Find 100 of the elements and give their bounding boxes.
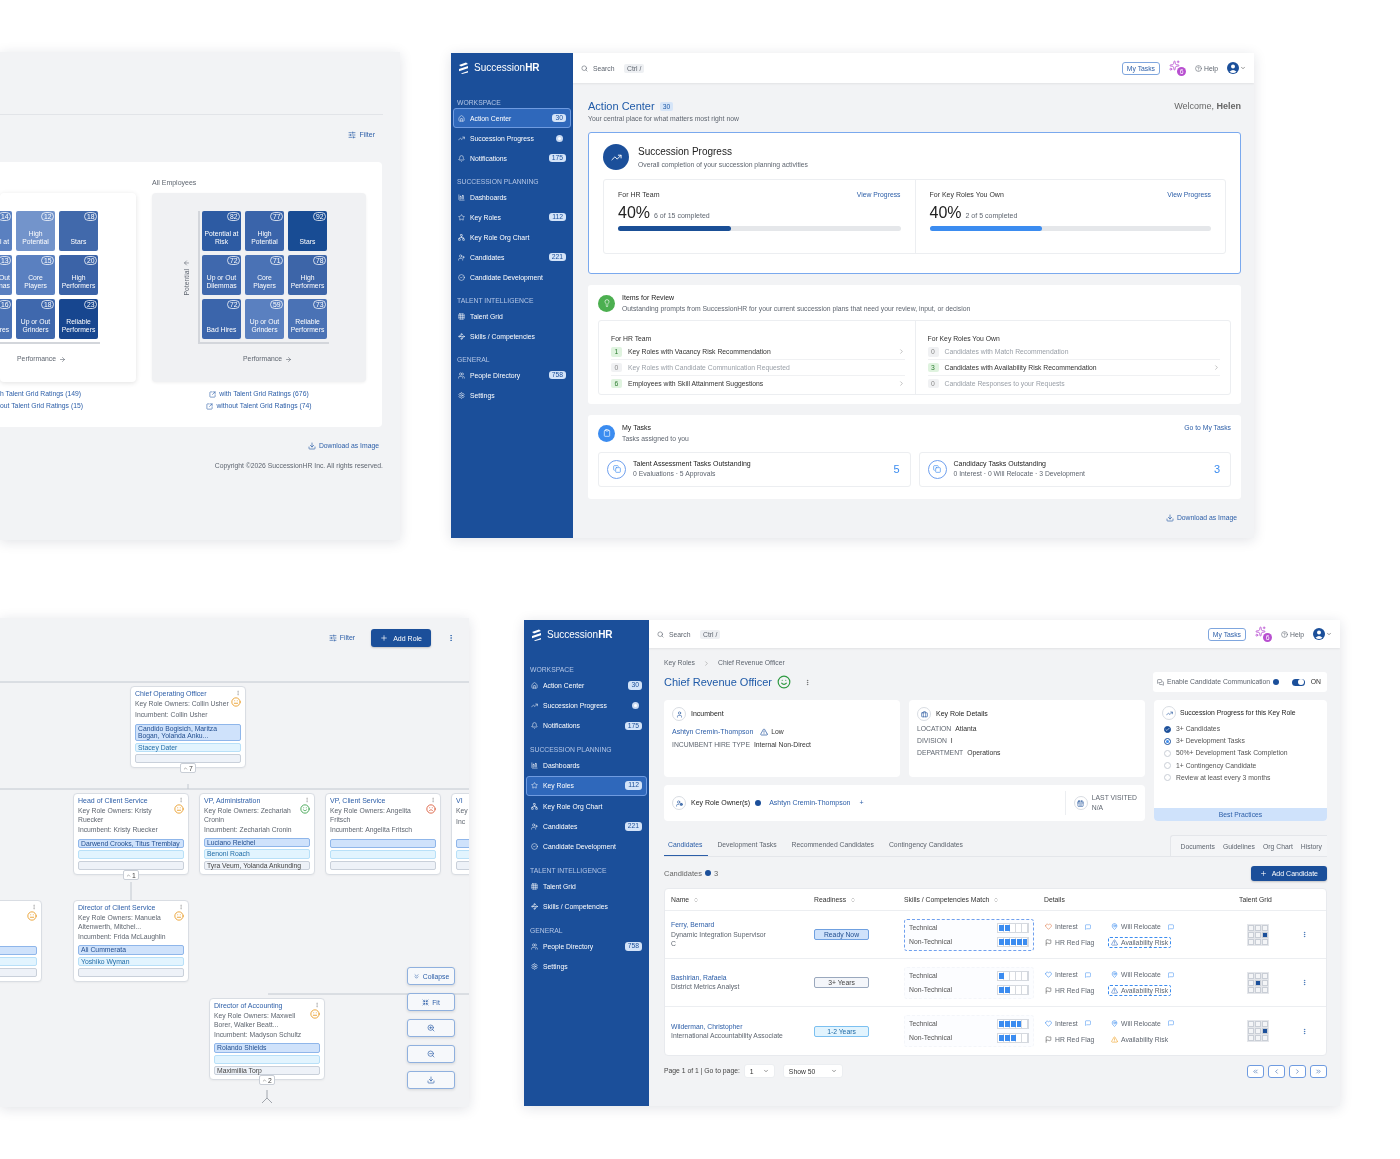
chevron-up-icon: [183, 765, 189, 771]
grid-icon: [531, 882, 538, 890]
more-button[interactable]: [31, 904, 37, 910]
more-button[interactable]: [178, 797, 184, 803]
arrow-icon: [183, 259, 190, 267]
external-link-icon: [209, 390, 217, 398]
zoom-in-icon: [427, 1024, 435, 1032]
previous-page-button[interactable]: [1268, 1064, 1285, 1078]
arrow-icon: [285, 355, 292, 363]
chevron-down-icon: [1326, 631, 1332, 637]
more-button[interactable]: [235, 690, 241, 696]
nodes-icon: [458, 332, 465, 340]
filter-icon: [348, 131, 357, 139]
plus-icon: [1259, 869, 1267, 877]
more-icon: [447, 634, 455, 642]
more-icon: [304, 797, 310, 803]
chat-icon: [1157, 678, 1164, 686]
more-icon: [430, 797, 436, 803]
sort-icon: [693, 896, 700, 903]
next-page-button[interactable]: [1289, 1064, 1306, 1078]
copy-icon: [607, 459, 626, 479]
more-button[interactable]: [447, 634, 455, 642]
home-icon: [458, 114, 465, 122]
more-button[interactable]: [314, 1002, 320, 1008]
chevron-right-icon: [897, 379, 905, 387]
user-cog-icon: [672, 796, 686, 811]
nodes-icon: [531, 903, 538, 911]
download-icon: [307, 442, 316, 451]
percent-value: 40%: [929, 202, 962, 222]
chat-icon: [1084, 971, 1091, 978]
download-icon: [427, 1076, 435, 1084]
more-button[interactable]: [178, 904, 184, 910]
clipboard-icon: [598, 424, 615, 442]
grid-icon: [458, 312, 465, 320]
flag-icon: [1045, 987, 1052, 995]
trend-icon: [531, 702, 538, 710]
flag-icon: [1045, 1035, 1052, 1043]
last-page-button[interactable]: [1310, 1064, 1327, 1078]
chart-icon: [531, 761, 538, 769]
shrink-icon: [422, 998, 430, 1006]
pin-icon: [1111, 1019, 1118, 1027]
chat-icon: [1084, 923, 1091, 930]
account-button[interactable]: [1313, 628, 1332, 640]
org-chart-icon: [531, 802, 538, 810]
help-icon: [1281, 630, 1288, 638]
sparkle-icon: [1169, 60, 1180, 71]
chat-icon: [1167, 971, 1174, 978]
zoom-out-button[interactable]: [407, 1045, 455, 1063]
user-plus-icon: [531, 823, 538, 831]
arrow-icon: [59, 355, 66, 363]
zoom-in-button[interactable]: [407, 1019, 455, 1037]
bell-icon: [531, 722, 538, 730]
download-button[interactable]: [407, 1071, 455, 1089]
filter-icon: [328, 634, 337, 642]
chat-icon: [1167, 923, 1174, 930]
chevron-right-icon: [703, 659, 710, 667]
welcome-text: Welcome, Helen: [1174, 100, 1241, 112]
trend-icon: [458, 134, 465, 142]
logo-icon: [531, 628, 542, 641]
chevrons-down-icon: [412, 972, 420, 980]
brand-name: SuccessionHR: [547, 629, 613, 640]
settings-icon: [458, 391, 465, 399]
trend-icon: [603, 144, 629, 171]
chat-icon: [1084, 1020, 1091, 1027]
zoom-out-icon: [427, 1050, 435, 1058]
chevron-down-icon: [762, 1068, 769, 1075]
users-icon: [531, 942, 538, 950]
dot-icon: [556, 134, 563, 142]
users-icon: [458, 371, 465, 379]
card-title: Succession Progress: [638, 145, 733, 158]
warning-icon: [760, 728, 769, 737]
info-icon: [704, 870, 711, 877]
account-button[interactable]: [1227, 62, 1246, 74]
page-title: Action Center: [588, 100, 655, 112]
chevron-up-icon: [126, 872, 132, 878]
sort-icon: [993, 896, 1000, 903]
toggle-switch[interactable]: [1291, 678, 1305, 686]
chevron-down-icon: [1240, 65, 1246, 71]
calendar-icon: [1073, 796, 1088, 811]
lightbulb-icon: [598, 294, 615, 312]
pin-icon: [1111, 971, 1118, 979]
plus-icon: [380, 634, 389, 642]
chart-icon: [458, 193, 465, 201]
copy-icon: [927, 459, 947, 479]
sparkle-icon: [1255, 626, 1266, 637]
chevrons-left-icon: [1252, 1067, 1259, 1075]
bell-icon: [458, 154, 465, 162]
more-button[interactable]: [304, 797, 310, 803]
chevrons-right-icon: [1315, 1067, 1322, 1075]
search-icon: [581, 64, 588, 72]
avatar-icon: [1227, 62, 1239, 74]
more-icon: [235, 690, 241, 696]
sort-icon: [850, 896, 857, 903]
help-icon: [1195, 64, 1202, 72]
first-page-button[interactable]: [1247, 1064, 1264, 1078]
info-icon: [755, 800, 762, 807]
chevron-down-icon: [830, 1068, 837, 1075]
chat-icon: [1167, 1020, 1174, 1027]
page-title: Chief Revenue Officer: [664, 676, 773, 689]
more-button[interactable]: [430, 797, 436, 803]
